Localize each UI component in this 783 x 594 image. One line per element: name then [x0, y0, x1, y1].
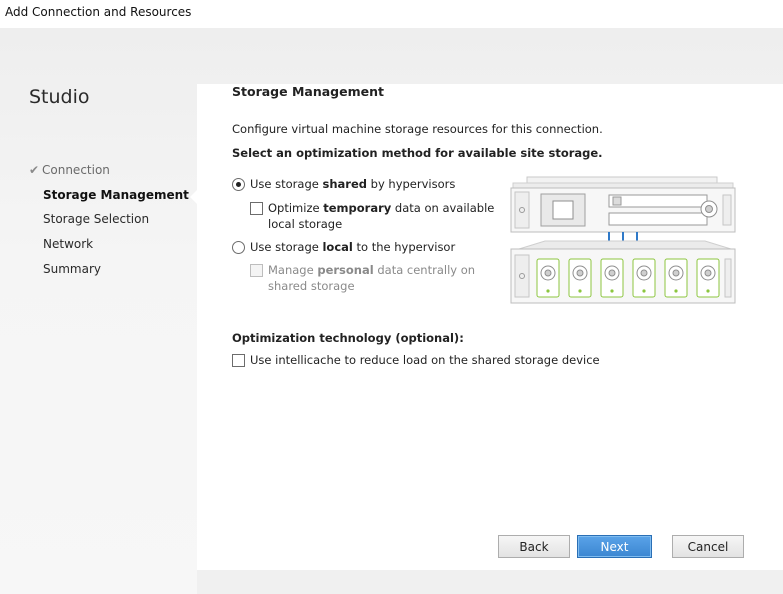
page-description: Configure virtual machine storage resour… — [232, 122, 603, 136]
local-storage-label-bold: local — [322, 240, 353, 254]
optimization-technology-heading: Optimization technology (optional): — [232, 331, 464, 345]
back-button[interactable]: Back — [498, 535, 570, 558]
window-titlebar: Add Connection and Resources — [0, 0, 783, 28]
step-storage-management[interactable]: Storage Management — [43, 188, 189, 202]
step-connection[interactable]: ✔ Connection — [29, 163, 110, 177]
brand-title: Studio — [29, 86, 90, 108]
current-step-pointer-icon — [190, 190, 197, 204]
window-title: Add Connection and Resources — [5, 5, 192, 19]
step-storage-management-label: Storage Management — [43, 188, 189, 202]
manage-personal-post: data centrally on — [373, 263, 476, 277]
shared-storage-label[interactable]: Use storage shared by hypervisors — [250, 176, 455, 192]
page-title: Storage Management — [232, 84, 384, 99]
optimize-temporary-line2: local storage — [268, 217, 343, 231]
step-connection-label: Connection — [42, 163, 110, 177]
manage-personal-bold: personal — [317, 263, 374, 277]
storage-illustration-icon — [510, 176, 736, 304]
optimize-temporary-post: data on available — [391, 201, 495, 215]
step-storage-selection[interactable]: Storage Selection — [43, 212, 149, 226]
local-storage-radio[interactable] — [232, 241, 245, 254]
manage-personal-line2: shared storage — [268, 279, 355, 293]
local-storage-label-post: to the hypervisor — [352, 240, 456, 254]
step-summary-label: Summary — [43, 262, 101, 276]
optimize-temporary-bold: temporary — [323, 201, 392, 215]
optimize-temporary-pre: Optimize — [268, 201, 324, 215]
step-network[interactable]: Network — [43, 237, 93, 251]
panel-footer-strip — [197, 570, 783, 594]
checkmark-icon: ✔ — [29, 163, 40, 177]
manage-personal-label[interactable]: Manage personal data centrally on shared… — [268, 262, 498, 294]
optimization-method-prompt: Select an optimization method for availa… — [232, 146, 603, 160]
step-network-label: Network — [43, 237, 94, 251]
local-storage-label[interactable]: Use storage local to the hypervisor — [250, 239, 455, 255]
cancel-button[interactable]: Cancel — [672, 535, 744, 558]
optimize-temporary-checkbox[interactable] — [250, 202, 263, 215]
step-storage-selection-label: Storage Selection — [43, 212, 150, 226]
next-button[interactable]: Next — [577, 535, 652, 558]
step-summary[interactable]: Summary — [43, 262, 101, 276]
manage-personal-pre: Manage — [268, 263, 318, 277]
shared-storage-label-bold: shared — [322, 177, 367, 191]
manage-personal-checkbox[interactable] — [250, 264, 263, 277]
local-storage-label-pre: Use storage — [250, 240, 323, 254]
optimize-temporary-label[interactable]: Optimize temporary data on available loc… — [268, 200, 498, 232]
shared-storage-label-post: by hypervisors — [366, 177, 456, 191]
shared-storage-label-pre: Use storage — [250, 177, 323, 191]
intellicache-checkbox[interactable] — [232, 354, 245, 367]
intellicache-label[interactable]: Use intellicache to reduce load on the s… — [250, 352, 600, 368]
shared-storage-radio[interactable] — [232, 178, 245, 191]
